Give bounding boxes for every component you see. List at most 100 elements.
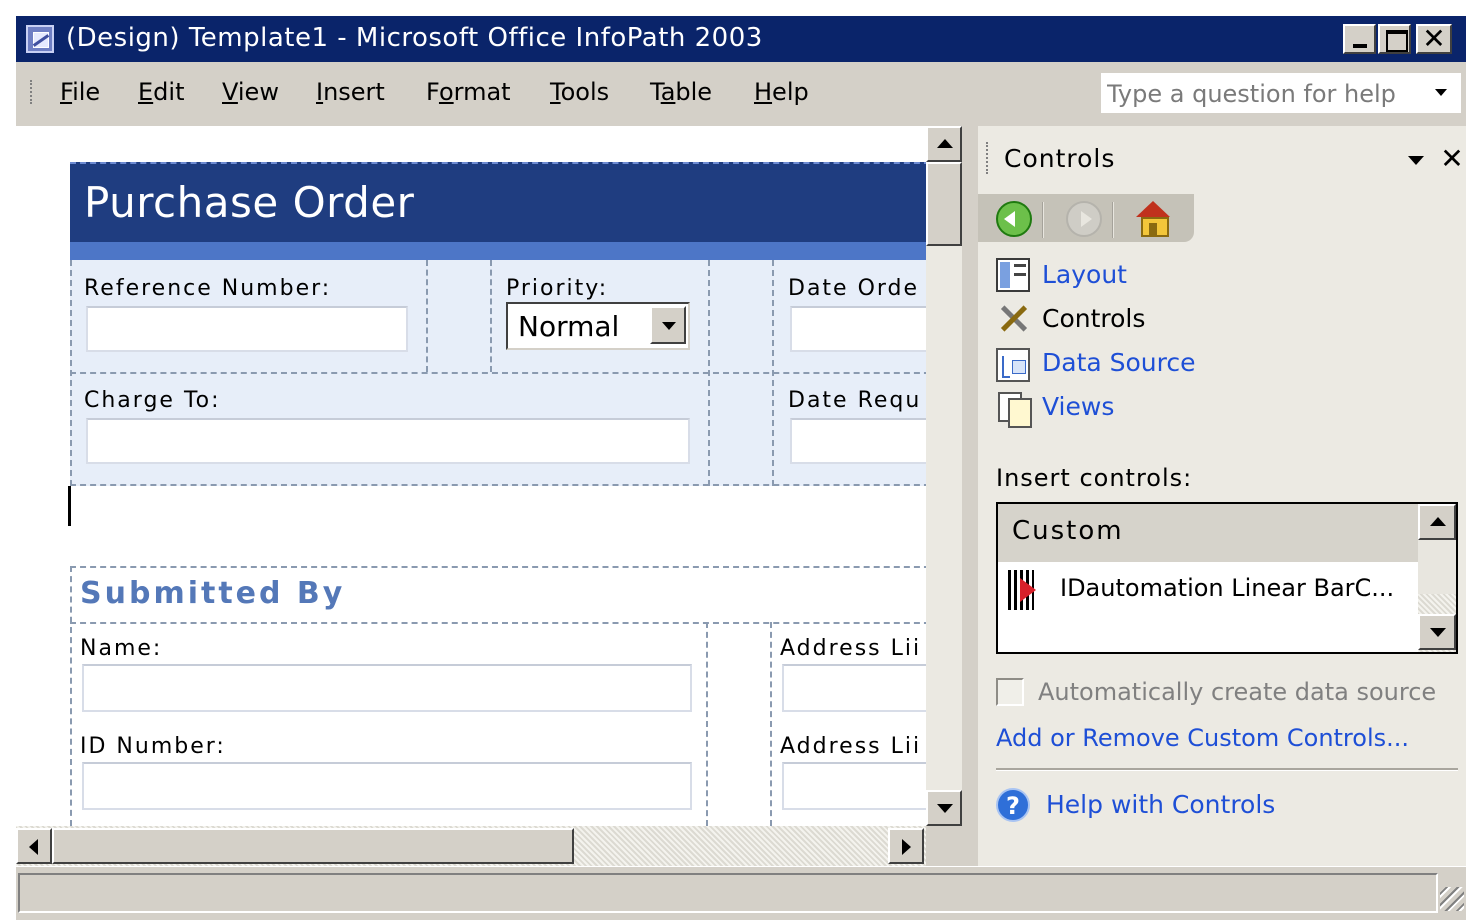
left-border (0, 0, 16, 920)
design-canvas: Purchase Order Reference Number: Priorit… (16, 126, 926, 826)
custom-category-label: Custom (1012, 516, 1124, 546)
insert-controls-label: Insert controls: (996, 464, 1193, 492)
scroll-right-icon[interactable] (888, 828, 924, 864)
canvas-vertical-scrollbar[interactable] (926, 126, 962, 826)
form-header: Purchase Order (70, 162, 926, 242)
layout-link[interactable]: Layout (1042, 260, 1127, 289)
pane-divider (996, 768, 1458, 771)
minimize-button[interactable] (1343, 24, 1376, 54)
name-field[interactable] (82, 664, 692, 712)
id-number-field[interactable] (82, 762, 692, 810)
vertical-scroll-thumb[interactable] (926, 162, 962, 246)
views-link[interactable]: Views (1042, 392, 1114, 421)
priority-dropdown[interactable]: Normal (506, 302, 690, 350)
controls-tools-icon (996, 302, 1030, 336)
help-question-input[interactable] (1105, 77, 1429, 111)
form-title[interactable]: Purchase Order (84, 178, 414, 227)
ask-question-box (1100, 72, 1462, 114)
nav-separator (1042, 202, 1044, 238)
cell-divider (490, 260, 492, 372)
address-line2-label: Address Lii (780, 734, 922, 759)
title-bar: (Design) Template1 - Microsoft Office In… (16, 16, 1466, 62)
scroll-left-icon[interactable] (16, 828, 52, 864)
maximize-button[interactable] (1378, 24, 1411, 54)
menu-bar: File Edit View Insert Format Tools Table… (16, 62, 1466, 126)
barcode-icon (1008, 570, 1046, 612)
cell-divider (706, 622, 708, 826)
section-border (70, 566, 926, 568)
task-pane-title: Controls (1004, 144, 1116, 173)
row-divider (70, 484, 926, 486)
custom-category-header[interactable]: Custom (998, 504, 1418, 562)
controls-link[interactable]: Controls (1042, 304, 1145, 333)
canvas-horizontal-scrollbar[interactable] (16, 826, 926, 866)
pane-grip[interactable] (986, 142, 990, 174)
charge-to-field[interactable] (86, 418, 690, 464)
text-cursor (68, 486, 71, 526)
chevron-down-icon[interactable] (1435, 89, 1447, 96)
id-number-label: ID Number: (80, 734, 226, 759)
scroll-down-icon[interactable] (926, 790, 962, 826)
resize-grip-icon[interactable] (1440, 887, 1464, 911)
section-border (70, 566, 72, 826)
address-line1-field[interactable] (782, 664, 926, 712)
chevron-down-icon[interactable] (650, 306, 686, 344)
auto-create-checkbox[interactable] (996, 678, 1024, 706)
help-with-controls-link[interactable]: Help with Controls (1046, 790, 1275, 819)
header-band (70, 242, 926, 260)
status-bar (16, 866, 1466, 920)
reference-number-field[interactable] (86, 306, 408, 352)
menu-insert[interactable]: Insert (316, 78, 385, 106)
list-scrollbar[interactable] (1418, 504, 1456, 652)
forward-arrow-icon[interactable] (1064, 199, 1104, 239)
menu-help[interactable]: Help (754, 78, 809, 106)
row-divider (70, 622, 926, 624)
menu-format[interactable]: Format (426, 78, 511, 106)
task-pane-body: Controls ✕ Layout Controls Data Source V… (978, 126, 1466, 866)
layout-icon (996, 258, 1030, 292)
list-item[interactable]: IDautomation Linear BarC... (998, 562, 1418, 620)
address-line1-label: Address Lii (780, 636, 922, 661)
help-icon: ? (996, 788, 1030, 822)
back-arrow-icon[interactable] (994, 199, 1034, 239)
menu-tools[interactable]: Tools (550, 78, 609, 106)
controls-task-pane: Controls ✕ Layout Controls Data Source V… (962, 126, 1466, 866)
cell-divider (770, 622, 772, 826)
priority-label: Priority: (506, 276, 609, 301)
cell-divider (426, 260, 428, 372)
window-title: (Design) Template1 - Microsoft Office In… (66, 23, 763, 53)
data-source-link[interactable]: Data Source (1042, 348, 1196, 377)
toolbar-grip[interactable] (30, 80, 34, 104)
reference-number-label: Reference Number: (84, 276, 332, 301)
home-icon[interactable] (1134, 199, 1174, 239)
scroll-down-icon[interactable] (1418, 614, 1456, 650)
menu-table[interactable]: Table (650, 78, 712, 106)
horizontal-scroll-thumb[interactable] (52, 828, 574, 864)
task-pane-nav (978, 194, 1194, 242)
menu-file[interactable]: File (60, 78, 100, 106)
add-remove-custom-controls-link[interactable]: Add or Remove Custom Controls... (996, 724, 1409, 752)
row-divider (70, 372, 926, 374)
list-scroll-thumb[interactable] (1418, 540, 1456, 594)
menu-view[interactable]: View (222, 78, 279, 106)
date-ordered-field[interactable] (790, 306, 926, 352)
top-border (0, 0, 1466, 16)
views-icon (996, 390, 1032, 428)
date-required-label: Date Requ (788, 388, 922, 413)
menu-edit[interactable]: Edit (138, 78, 184, 106)
infopath-app-icon[interactable] (26, 25, 54, 53)
address-line2-field[interactable] (782, 762, 926, 810)
scroll-up-icon[interactable] (926, 126, 962, 162)
date-required-field[interactable] (790, 418, 926, 464)
close-button[interactable]: ✕ (1416, 22, 1452, 55)
close-icon: ✕ (1422, 22, 1446, 55)
pane-close-icon[interactable]: ✕ (1438, 142, 1466, 175)
auto-create-label: Automatically create data source (1038, 678, 1437, 706)
barcode-control-label: IDautomation Linear BarC... (1060, 574, 1395, 602)
data-source-icon (996, 348, 1030, 382)
priority-selected-value: Normal (518, 310, 620, 343)
scroll-up-icon[interactable] (1418, 504, 1456, 540)
date-ordered-label: Date Orde (788, 276, 920, 301)
pane-menu-arrow-icon[interactable] (1408, 156, 1424, 165)
submitted-by-heading: Submitted By (80, 576, 346, 611)
